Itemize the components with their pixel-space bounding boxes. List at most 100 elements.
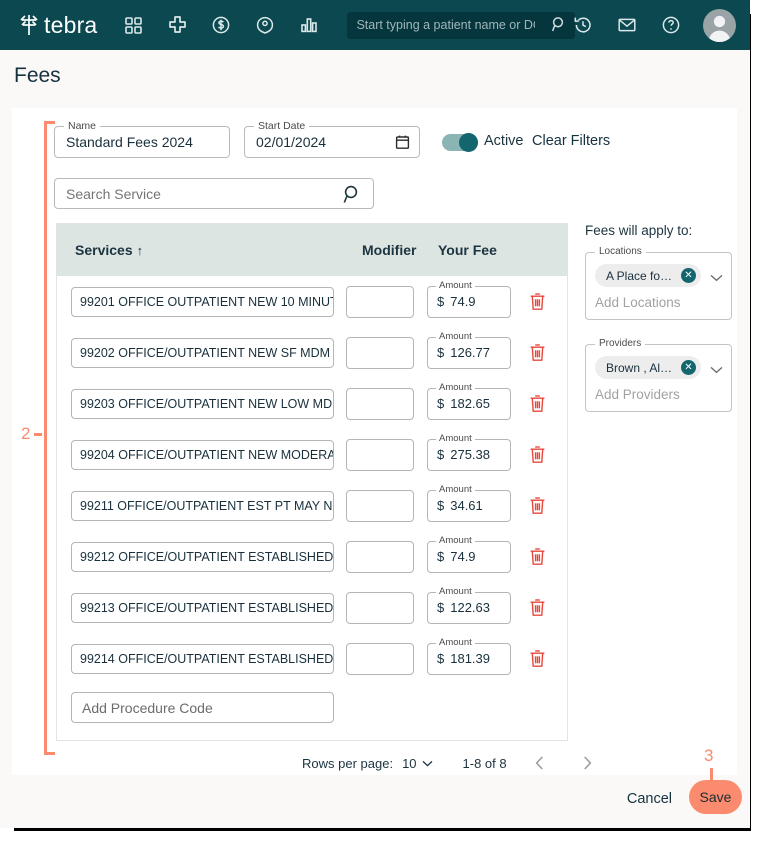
modifier-input[interactable]	[346, 387, 414, 420]
delete-row-trash-icon[interactable]	[529, 547, 546, 566]
add-providers-placeholder[interactable]: Add Providers	[595, 387, 722, 402]
currency-symbol: $	[437, 549, 445, 564]
cancel-button[interactable]: Cancel	[627, 791, 672, 807]
tebra-mark-icon	[16, 12, 42, 38]
previous-page-button[interactable]	[525, 748, 555, 778]
sort-ascending-icon: ↑	[136, 243, 144, 258]
amount-legend: Amount	[436, 279, 475, 291]
add-plus-icon[interactable]	[160, 8, 194, 42]
dialog-footer: Cancel Save	[0, 775, 750, 828]
messages-envelope-icon[interactable]	[610, 8, 644, 42]
delete-row-trash-icon[interactable]	[529, 496, 546, 515]
modifier-input[interactable]	[346, 438, 414, 471]
fee-amount-input[interactable]: Amount $182.65	[427, 381, 511, 420]
amount-legend: Amount	[436, 534, 475, 546]
rows-per-page-select[interactable]: 10	[402, 756, 432, 771]
search-icon[interactable]	[342, 184, 363, 210]
billing-dollar-icon[interactable]	[204, 8, 238, 42]
column-header-services[interactable]: Services ↑	[75, 242, 362, 258]
avatar[interactable]	[703, 8, 736, 42]
annotation-2-connector	[34, 433, 42, 436]
help-question-icon[interactable]	[654, 8, 688, 42]
fees-editor-card: Name Standard Fees 2024 Start Date 02/01…	[12, 108, 737, 775]
table-row: 99201 OFFICE OUTPATIENT NEW 10 MINUTES Am…	[57, 276, 567, 327]
modifier-input[interactable]	[346, 642, 414, 675]
amount-legend: Amount	[436, 585, 475, 597]
fee-amount-number: 74.9	[450, 549, 476, 564]
table-body: 99201 OFFICE OUTPATIENT NEW 10 MINUTES Am…	[57, 276, 567, 684]
dashboard-grid-icon[interactable]	[116, 8, 150, 42]
fee-amount-input[interactable]: Amount $275.38	[427, 432, 511, 471]
add-procedure-code-input[interactable]: Add Procedure Code	[71, 692, 334, 723]
column-header-your-fee: Your Fee	[438, 242, 497, 258]
modifier-input[interactable]	[346, 336, 414, 369]
fee-amount-value: $181.39	[428, 651, 490, 666]
active-toggle[interactable]	[442, 133, 478, 152]
start-date-field[interactable]: Start Date 02/01/2024	[244, 120, 420, 158]
search-input[interactable]	[347, 12, 538, 38]
table-row: 99204 OFFICE/OUTPATIENT NEW MODERAT... Am…	[57, 429, 567, 480]
patient-search-box[interactable]	[347, 11, 576, 39]
search-service-field[interactable]: Search Service	[54, 178, 374, 209]
service-code-input[interactable]: 99214 OFFICE/OUTPATIENT ESTABLISHED M...	[71, 643, 334, 674]
annotation-2-bracket	[44, 121, 55, 755]
delete-row-trash-icon[interactable]	[529, 598, 546, 617]
amount-legend: Amount	[436, 381, 475, 393]
fee-amount-input[interactable]: Amount $122.63	[427, 585, 511, 624]
fee-amount-value: $122.63	[428, 600, 490, 615]
service-code-input[interactable]: 99204 OFFICE/OUTPATIENT NEW MODERAT...	[71, 439, 334, 470]
service-code-input[interactable]: 99201 OFFICE OUTPATIENT NEW 10 MINUTES	[71, 286, 334, 317]
locations-selector[interactable]: Locations A Place for H... ✕ Add Locatio…	[585, 246, 732, 320]
fee-amount-number: 275.38	[450, 447, 490, 462]
service-code-input[interactable]: 99211 OFFICE/OUTPATIENT EST PT MAY NOT .…	[71, 490, 334, 521]
service-code-input[interactable]: 99212 OFFICE/OUTPATIENT ESTABLISHED S...	[71, 541, 334, 572]
patients-heart-icon[interactable]	[248, 8, 282, 42]
modifier-input[interactable]	[346, 285, 414, 318]
delete-row-trash-icon[interactable]	[529, 343, 546, 362]
fee-amount-input[interactable]: Amount $74.9	[427, 534, 511, 573]
table-row: 99213 OFFICE/OUTPATIENT ESTABLISHED L...…	[57, 582, 567, 633]
currency-symbol: $	[437, 294, 445, 309]
locations-legend: Locations	[595, 246, 646, 257]
fees-table: Services ↑ Modifier Your Fee 99201 OFFICE…	[56, 223, 568, 741]
remove-location-icon[interactable]: ✕	[681, 268, 696, 283]
recent-history-icon[interactable]	[566, 8, 600, 42]
location-chip[interactable]: A Place for H... ✕	[595, 264, 701, 287]
calendar-icon[interactable]	[395, 134, 410, 155]
fee-amount-input[interactable]: Amount $74.9	[427, 279, 511, 318]
service-code-input[interactable]: 99213 OFFICE/OUTPATIENT ESTABLISHED L...	[71, 592, 334, 623]
service-code-input[interactable]: 99203 OFFICE/OUTPATIENT NEW LOW MDM ...	[71, 388, 334, 419]
currency-symbol: $	[437, 396, 445, 411]
reports-bar-chart-icon[interactable]	[292, 8, 326, 42]
chevron-down-icon[interactable]	[710, 269, 723, 287]
modifier-input[interactable]	[346, 540, 414, 573]
chevron-down-icon[interactable]	[710, 361, 723, 379]
currency-symbol: $	[437, 498, 445, 513]
fee-amount-input[interactable]: Amount $126.77	[427, 330, 511, 369]
add-locations-placeholder[interactable]: Add Locations	[595, 295, 722, 310]
modifier-input[interactable]	[346, 489, 414, 522]
remove-provider-icon[interactable]: ✕	[681, 360, 696, 375]
providers-selector[interactable]: Providers Brown , Allison ✕ Add Provider…	[585, 338, 732, 412]
delete-row-trash-icon[interactable]	[529, 292, 546, 311]
service-code-input[interactable]: 99202 OFFICE/OUTPATIENT NEW SF MDM 15...	[71, 337, 334, 368]
fee-amount-value: $74.9	[428, 549, 476, 564]
delete-row-trash-icon[interactable]	[529, 394, 546, 413]
next-page-button[interactable]	[573, 748, 603, 778]
fee-amount-input[interactable]: Amount $181.39	[427, 636, 511, 675]
modifier-input[interactable]	[346, 591, 414, 624]
start-date-value: 02/01/2024	[256, 134, 327, 150]
clear-filters-button[interactable]: Clear Filters	[532, 133, 610, 149]
save-button[interactable]: Save	[689, 780, 742, 814]
page-title: Fees	[14, 64, 61, 87]
apply-to-title: Fees will apply to:	[585, 223, 693, 238]
delete-row-trash-icon[interactable]	[529, 649, 546, 668]
fee-schedule-name-field[interactable]: Name Standard Fees 2024	[54, 120, 230, 158]
tebra-wordmark: tebra	[44, 11, 98, 38]
application-window: tebra Start typing a patient name or DOB…	[0, 0, 750, 828]
tebra-logo[interactable]: tebra	[16, 12, 97, 39]
fees-apply-to-panel: Fees will apply to: Locations A Place fo…	[585, 223, 745, 436]
delete-row-trash-icon[interactable]	[529, 445, 546, 464]
provider-chip[interactable]: Brown , Allison ✕	[595, 356, 701, 379]
fee-amount-input[interactable]: Amount $34.61	[427, 483, 511, 522]
